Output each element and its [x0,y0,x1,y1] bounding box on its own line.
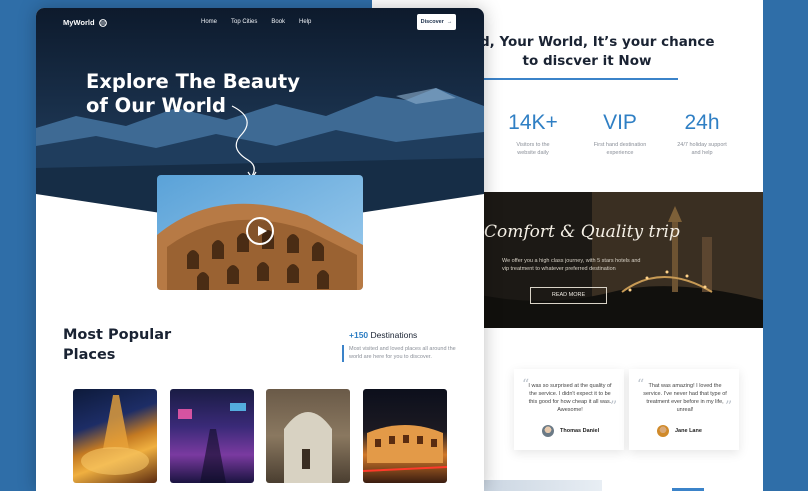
section-title-line: Places [63,347,116,363]
hero-title: Explore The Beauty of Our World [86,70,300,118]
discover-label: Discover [420,19,444,25]
testimonial-quote: That was amazing! I loved the service. I… [643,383,727,413]
stat-value: 14K+ [508,111,558,134]
play-icon[interactable] [246,217,274,245]
arrow-right-icon: → [446,19,453,25]
author-name: Jane Lane [675,428,702,434]
comfort-description: We offer you a high class journey, with … [502,258,641,272]
stat-label-line: and help [691,150,713,156]
place-image [178,403,246,483]
stat-support: 24h 24/7 holiday support and help [652,110,752,157]
place-image [81,395,149,475]
testimonial-card: “ That was amazing! I loved the service.… [629,369,739,450]
landing-page-preview: MyWorld Home Top Cities Book Help Discov… [36,8,484,491]
destinations-number: +150 [349,330,369,340]
destinations-label: Destinations [370,330,418,340]
testimonial-card: “ I was so surprised at the quality of t… [514,369,624,450]
author-name: Thomas Daniel [560,428,600,434]
place-card-eiffel[interactable] [73,389,157,483]
read-more-button[interactable]: READ MORE [530,287,607,304]
hero-title-line-1: Explore The Beauty [86,70,300,93]
quote-close-icon: ” [725,399,733,415]
comfort-title: Comfort & Quality trip [484,222,680,242]
destinations-accent-bar [342,345,344,362]
stat-label-line: Visitors to the [516,142,550,148]
logo-icon [98,18,107,27]
place-card-colosseum-night[interactable] [363,389,447,483]
bottom-image-partial [484,480,602,491]
brand-logo[interactable]: MyWorld [63,18,107,27]
popular-places-title: Most Popular Places [63,325,171,365]
brand-name: MyWorld [63,18,95,27]
section-title-line: Most Popular [63,327,172,343]
quote-close-icon: ” [610,399,618,415]
nav-home[interactable]: Home [201,19,217,25]
stat-label-line: 24/7 holiday support [677,142,727,148]
destinations-description: Most visited and loved places all around… [349,346,456,360]
destinations-count: +150 Destinations [349,330,417,340]
stat-value: 24h [684,111,720,134]
nav-top-cities[interactable]: Top Cities [231,19,257,25]
testimonial-author: Thomas Daniel [542,425,599,437]
place-image [284,412,332,483]
place-card-neon-street[interactable] [170,389,254,483]
stat-label-line: website daily [517,150,549,156]
place-card-archway[interactable] [266,389,350,483]
stat-label: 24/7 holiday support and help [652,141,752,157]
stat-visitors: 14K+ Visitors to the website daily [483,110,583,157]
main-nav: Home Top Cities Book Help [201,19,311,25]
nav-help[interactable]: Help [299,19,311,25]
stat-label: Visitors to the website daily [483,141,583,157]
avatar [657,425,669,437]
headline-underline [484,78,678,80]
hero-title-line-2: of Our World [86,94,227,117]
discover-button[interactable]: Discover → [417,14,456,30]
testimonial-quote: I was so surprised at the quality of the… [528,383,612,413]
place-image [363,425,447,472]
nav-book[interactable]: Book [271,19,285,25]
avatar [542,425,554,437]
video-thumbnail[interactable] [157,175,363,290]
testimonial-author: Jane Lane [657,425,702,437]
